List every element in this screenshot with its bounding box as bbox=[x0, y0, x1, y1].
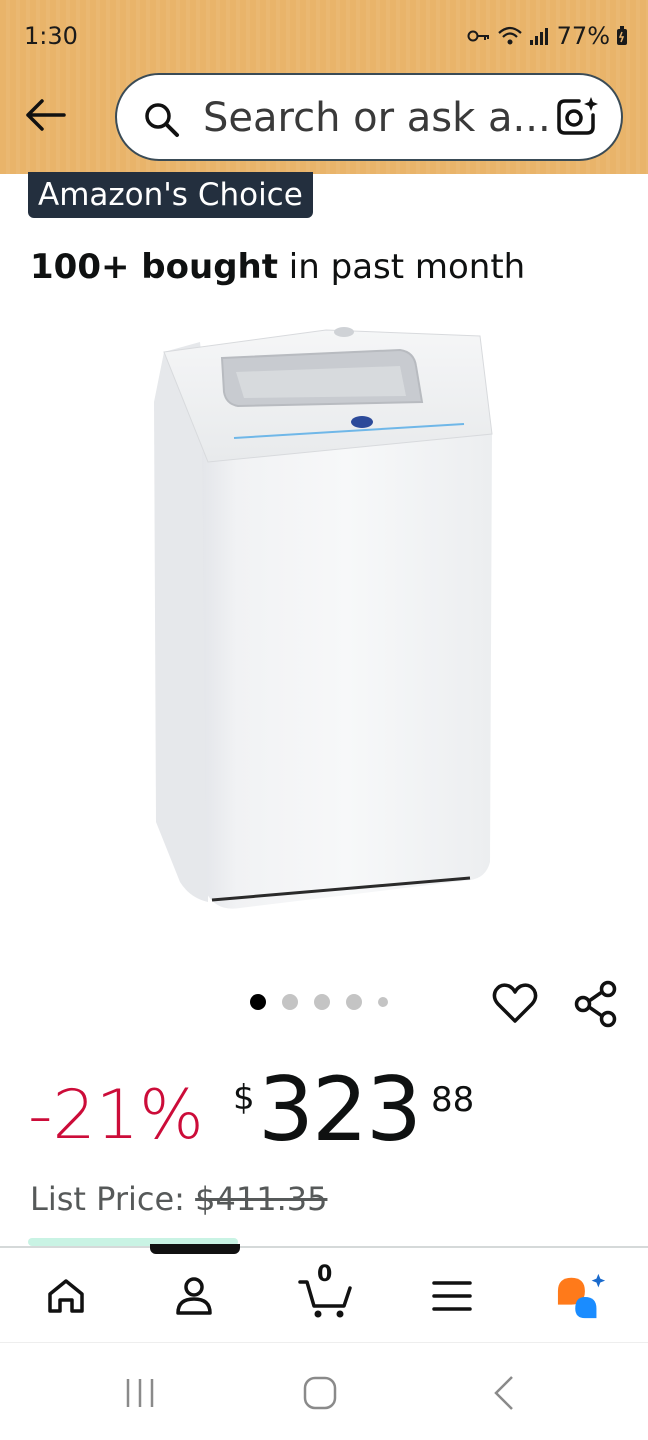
menu-icon bbox=[432, 1281, 472, 1311]
app-header: 1:30 77% Search or ask a... bbox=[0, 0, 648, 174]
list-price-label: List Price: bbox=[30, 1180, 196, 1218]
home-icon bbox=[48, 1279, 84, 1313]
list-price-value: $411.35 bbox=[195, 1180, 328, 1218]
share-button[interactable] bbox=[573, 980, 619, 1028]
bought-count-rest: in past month bbox=[278, 247, 526, 287]
carousel-dot[interactable] bbox=[378, 997, 388, 1007]
camera-lens-icon[interactable] bbox=[555, 95, 599, 144]
battery-percent: 77% bbox=[556, 22, 610, 50]
bought-count-bold: 100+ bought bbox=[30, 247, 278, 287]
rufus-assistant-icon bbox=[557, 1273, 606, 1319]
carousel-dot[interactable] bbox=[282, 994, 298, 1010]
discount-percent: -21% bbox=[28, 1076, 204, 1155]
signal-icon bbox=[529, 26, 551, 46]
amazons-choice-badge: Amazon's Choice bbox=[28, 172, 313, 218]
carousel-dot[interactable] bbox=[346, 994, 362, 1010]
search-box[interactable]: Search or ask a... bbox=[115, 73, 623, 161]
wishlist-button[interactable] bbox=[492, 981, 538, 1025]
carousel-dot[interactable] bbox=[250, 994, 266, 1010]
heart-icon bbox=[492, 983, 538, 1023]
status-icons: 77% bbox=[467, 22, 628, 50]
search-icon bbox=[143, 101, 181, 144]
bought-count: 100+ bought in past month bbox=[30, 247, 525, 287]
search-input[interactable]: Search or ask a... bbox=[203, 95, 551, 141]
battery-icon bbox=[616, 26, 628, 46]
product-image[interactable] bbox=[150, 322, 500, 914]
active-tab-indicator bbox=[150, 1244, 240, 1254]
nav-account[interactable] bbox=[168, 1270, 220, 1322]
recent-apps-button[interactable] bbox=[120, 1373, 160, 1413]
nav-home[interactable] bbox=[40, 1270, 92, 1322]
cart-count: 0 bbox=[317, 1262, 333, 1287]
list-price: List Price: $411.35 bbox=[30, 1180, 327, 1218]
share-icon bbox=[574, 980, 617, 1028]
back-button[interactable] bbox=[22, 92, 68, 138]
wifi-icon bbox=[497, 25, 523, 47]
image-carousel-dots[interactable] bbox=[250, 994, 388, 1010]
status-time: 1:30 bbox=[24, 22, 78, 50]
key-icon bbox=[467, 28, 491, 44]
arrow-left-icon bbox=[26, 99, 66, 131]
price-fraction: 88 bbox=[431, 1080, 475, 1120]
status-bar: 1:30 77% bbox=[0, 0, 648, 70]
nav-menu[interactable] bbox=[426, 1270, 478, 1322]
chevron-left-icon bbox=[494, 1376, 513, 1410]
account-icon bbox=[176, 1277, 212, 1315]
system-navigation-bar bbox=[0, 1342, 648, 1440]
recent-apps-icon bbox=[126, 1379, 154, 1407]
price-whole: 323 bbox=[258, 1058, 422, 1161]
back-system-button[interactable] bbox=[484, 1373, 524, 1413]
bottom-nav: 0 bbox=[0, 1246, 648, 1342]
home-square-icon bbox=[303, 1376, 337, 1410]
carousel-dot[interactable] bbox=[314, 994, 330, 1010]
home-system-button[interactable] bbox=[300, 1373, 340, 1413]
nav-cart[interactable]: 0 bbox=[296, 1262, 356, 1322]
nav-rufus[interactable] bbox=[556, 1270, 608, 1322]
price-currency: $ bbox=[233, 1078, 255, 1118]
